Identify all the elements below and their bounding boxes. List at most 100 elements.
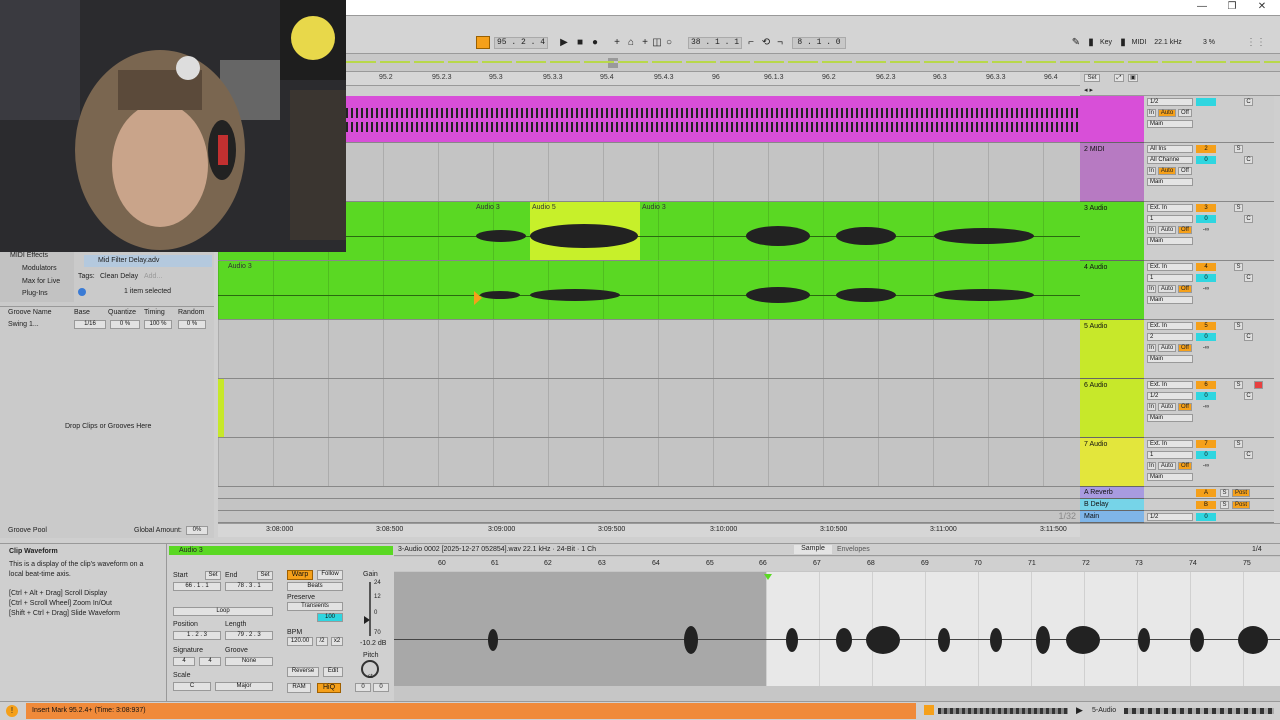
end-set-button[interactable]: Set bbox=[257, 571, 273, 580]
track-lane-5-audio[interactable] bbox=[218, 320, 1080, 379]
solo-button[interactable]: S bbox=[1234, 145, 1243, 153]
monitor-in-button[interactable]: In bbox=[1147, 167, 1156, 175]
send-value[interactable]: 0 bbox=[1196, 451, 1216, 459]
time-ruler[interactable]: 3:08:000 3:08:500 3:09:000 3:09:500 3:10… bbox=[218, 523, 1080, 537]
stop-icon[interactable]: ■ bbox=[574, 37, 586, 49]
send-value[interactable]: 0 bbox=[1196, 215, 1216, 223]
solo-button[interactable]: S bbox=[1234, 440, 1243, 448]
track-lane-6-audio[interactable] bbox=[218, 379, 1080, 438]
solo-button[interactable]: S bbox=[1220, 501, 1229, 509]
sample-ruler[interactable]: 60 61 62 63 64 65 66 67 68 69 70 71 72 7… bbox=[394, 557, 1280, 571]
output-select[interactable]: Main bbox=[1147, 296, 1193, 304]
key-map-icon[interactable]: ▮ bbox=[1086, 37, 1096, 49]
groove-base-select[interactable]: 1/16 bbox=[74, 320, 106, 329]
lock-icon[interactable]: ▣ bbox=[1128, 74, 1138, 82]
send-value[interactable]: 0 bbox=[1196, 333, 1216, 341]
arrangement-overview[interactable] bbox=[346, 54, 1280, 72]
groove-name[interactable]: Swing 1... bbox=[8, 321, 39, 328]
scale-mode-select[interactable]: Major bbox=[215, 682, 273, 691]
input-channel-select[interactable]: 1 bbox=[1147, 451, 1193, 459]
category-max-for-live[interactable]: Max for Live bbox=[22, 278, 60, 285]
pan-center[interactable]: C bbox=[1244, 156, 1253, 164]
close-button[interactable]: ✕ bbox=[1252, 1, 1272, 12]
pan-center[interactable]: C bbox=[1244, 215, 1253, 223]
category-midi-effects[interactable]: MIDI Effects bbox=[10, 252, 48, 259]
warp-mode-select[interactable]: Beats bbox=[287, 582, 343, 591]
start-field[interactable]: 66 . 1 . 1 bbox=[173, 582, 221, 591]
input-select[interactable]: Ext. In bbox=[1147, 322, 1193, 330]
track-number[interactable]: 5 bbox=[1196, 322, 1216, 330]
monitor-auto-button[interactable]: Auto bbox=[1158, 403, 1176, 411]
post-button[interactable]: Post bbox=[1232, 489, 1250, 497]
midi-map-icon[interactable]: ▮ bbox=[1118, 37, 1128, 49]
category-plug-ins[interactable]: Plug-Ins bbox=[22, 290, 48, 297]
loop-switch-icon[interactable]: ⟲ bbox=[760, 37, 772, 49]
main-header[interactable]: Main bbox=[1080, 511, 1144, 523]
re-enable-automation-icon[interactable]: + bbox=[640, 37, 650, 49]
track-header-5-audio[interactable]: 5 Audio bbox=[1080, 320, 1144, 379]
output-select[interactable]: Main bbox=[1147, 178, 1193, 186]
sample-region-before-start[interactable] bbox=[394, 572, 766, 686]
set-locator-button[interactable]: Set bbox=[1084, 74, 1100, 82]
tag-add-button[interactable]: Add... bbox=[144, 273, 162, 280]
play-icon[interactable]: ▶ bbox=[558, 37, 570, 49]
track-header-3-audio[interactable]: 3 Audio bbox=[1080, 202, 1144, 261]
draw-mode-icon[interactable]: ✎ bbox=[1070, 37, 1082, 49]
bpm-field[interactable]: 120.00 bbox=[287, 637, 313, 646]
track-lane-2-midi[interactable] bbox=[218, 143, 1080, 202]
pan-center[interactable]: C bbox=[1244, 333, 1253, 341]
input-select[interactable]: All Ins bbox=[1147, 145, 1193, 153]
volume-value[interactable]: -∞ bbox=[1196, 462, 1216, 470]
tag-clean-delay[interactable]: Clean Delay bbox=[100, 273, 138, 280]
pan-center[interactable]: C bbox=[1244, 274, 1253, 282]
monitor-off-button[interactable]: Off bbox=[1178, 462, 1192, 470]
monitor-off-button[interactable]: Off bbox=[1178, 109, 1192, 117]
punch-in-icon[interactable]: ⌐ bbox=[746, 37, 756, 49]
loop-length-field[interactable]: 8 . 1 . 0 bbox=[792, 37, 846, 49]
loop-button[interactable]: Loop bbox=[173, 607, 273, 616]
input-channel-select[interactable]: 1 bbox=[1147, 215, 1193, 223]
monitor-in-button[interactable]: In bbox=[1147, 403, 1156, 411]
bpm-half-button[interactable]: /2 bbox=[316, 637, 328, 646]
output-select[interactable]: Main bbox=[1147, 237, 1193, 245]
monitor-in-button[interactable]: In bbox=[1147, 462, 1156, 470]
automation-arm-icon[interactable]: ⌂ bbox=[626, 37, 636, 49]
monitor-off-button[interactable]: Off bbox=[1178, 226, 1192, 234]
length-field[interactable]: 79 . 2 . 3 bbox=[225, 631, 273, 640]
locator-nav-icon[interactable]: ◂ ▸ bbox=[1084, 86, 1093, 94]
groove-quantize-field[interactable]: 0 % bbox=[110, 320, 140, 329]
edit-button[interactable]: Edit bbox=[323, 667, 343, 677]
warning-icon[interactable]: ! bbox=[6, 705, 18, 717]
gain-slider-handle[interactable] bbox=[364, 616, 370, 624]
monitor-off-button[interactable]: Off bbox=[1178, 167, 1192, 175]
track-number[interactable]: 2 bbox=[1196, 145, 1216, 153]
loop-start-field[interactable]: 38 . 1 . 1 bbox=[688, 37, 742, 49]
monitor-auto-button[interactable]: Auto bbox=[1158, 344, 1176, 352]
track-number[interactable]: 6 bbox=[1196, 381, 1216, 389]
track-number[interactable]: 7 bbox=[1196, 440, 1216, 448]
monitor-in-button[interactable]: In bbox=[1147, 226, 1156, 234]
global-amount-field[interactable]: 0% bbox=[186, 526, 208, 535]
end-field[interactable]: 78 . 3 . 1 bbox=[225, 582, 273, 591]
input-select[interactable]: Ext. In bbox=[1147, 381, 1193, 389]
return-letter[interactable]: A bbox=[1196, 489, 1216, 497]
start-set-button[interactable]: Set bbox=[205, 571, 221, 580]
category-modulators[interactable]: Modulators bbox=[22, 265, 57, 272]
track-lane-4-audio[interactable]: Audio 3 bbox=[218, 261, 1080, 320]
monitor-in-button[interactable]: In bbox=[1147, 344, 1156, 352]
track-overview[interactable] bbox=[938, 708, 1068, 714]
reverse-button[interactable]: Reverse bbox=[287, 667, 319, 677]
follow-button[interactable]: Follow bbox=[317, 570, 343, 580]
track-header-6-audio[interactable]: 6 Audio bbox=[1080, 379, 1144, 438]
warp-button[interactable]: Warp bbox=[287, 570, 313, 580]
capture-icon[interactable]: ◫ bbox=[652, 37, 662, 49]
fold-icon[interactable]: ⤢ bbox=[1114, 74, 1124, 82]
solo-button[interactable]: S bbox=[1234, 322, 1243, 330]
return-header-b-delay[interactable]: B Delay bbox=[1080, 499, 1144, 511]
track-lane-1-audio[interactable] bbox=[218, 96, 1080, 143]
solo-button[interactable]: S bbox=[1220, 489, 1229, 497]
midi-map-button[interactable]: MIDI bbox=[1128, 37, 1150, 49]
ram-button[interactable]: RAM bbox=[287, 683, 311, 693]
send-value[interactable]: 0 bbox=[1196, 392, 1216, 400]
tab-sample[interactable]: Sample bbox=[794, 545, 832, 554]
